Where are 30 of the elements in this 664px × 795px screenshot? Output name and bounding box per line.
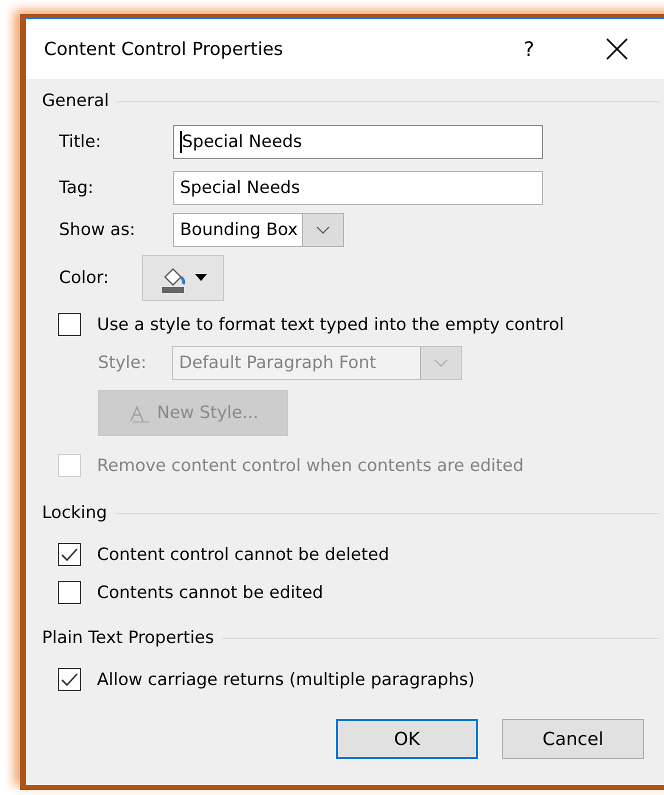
dialog-button[interactable]: Cancel: [502, 719, 644, 759]
checkbox[interactable]: [58, 668, 81, 691]
dialog-button[interactable]: OK: [336, 719, 478, 759]
checkbox-label: Allow carriage returns (multiple paragraphs): [97, 670, 475, 690]
section-header: Plain Text Properties: [42, 628, 214, 648]
letter-style-icon: [129, 403, 151, 423]
chevron-down-icon: [316, 226, 330, 234]
checkbox-label: Remove content control when contents are edited: [97, 456, 524, 476]
color-button[interactable]: [142, 255, 224, 301]
help-button[interactable]: ?: [514, 37, 544, 61]
field-label: Tag:: [58, 178, 95, 198]
text-field[interactable]: Special Needs: [173, 171, 543, 205]
checkbox[interactable]: [58, 313, 81, 336]
caret-icon: [195, 274, 207, 282]
dropdown[interactable]: Bounding Box: [173, 213, 344, 247]
checkbox-label: Contents cannot be edited: [97, 582, 324, 602]
field-label: Style:: [97, 353, 148, 373]
checkbox[interactable]: [58, 581, 81, 604]
section-header: General: [42, 91, 109, 111]
checkbox-label: Content control cannot be deleted: [97, 544, 390, 564]
field-label: Color:: [58, 268, 110, 288]
field-label: Title:: [58, 132, 102, 152]
field-label: Show as:: [58, 220, 136, 240]
checkbox[interactable]: [58, 543, 81, 566]
section-header: Locking: [42, 503, 108, 523]
checkbox-label: Use a style to format text typed into the empty control: [97, 314, 564, 334]
window-title: Content Control Properties: [44, 38, 284, 60]
chevron-down-icon: [434, 359, 448, 367]
close-icon[interactable]: [606, 38, 628, 60]
text-field[interactable]: Special Needs: [173, 125, 543, 159]
